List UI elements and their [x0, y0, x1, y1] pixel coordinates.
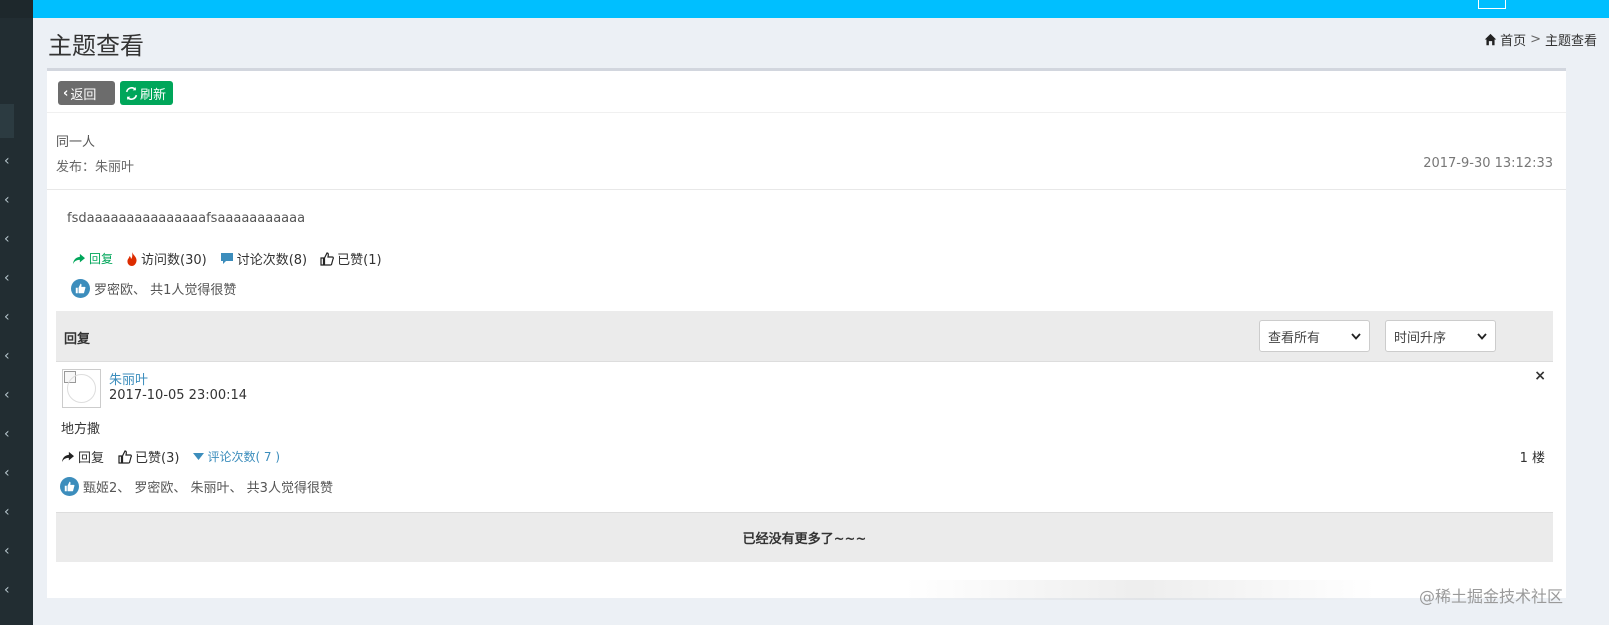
reply-like-label: 已赞(3): [135, 451, 180, 466]
breadcrumb-separator: >: [1530, 32, 1541, 47]
chevron-left-icon[interactable]: ‹: [4, 505, 16, 519]
chevron-left-icon: ‹: [63, 85, 69, 101]
post-views-label: 访问数(30): [141, 253, 207, 268]
reply-delete-button[interactable]: ×: [1534, 368, 1546, 384]
post-actions: 回复 访问数(30) 讨论次数(8) 已赞(1): [72, 249, 395, 268]
content-header: 主题查看 首页 > 主题查看: [33, 18, 1609, 68]
chevron-down-icon: [1477, 332, 1487, 340]
like-badge-icon: [71, 279, 90, 298]
topic-box: ‹ 返回 刷新 同一人 发布： 朱丽叶 2017-9-30 13:12:33 f…: [47, 68, 1566, 598]
view-filter-value: 查看所有: [1268, 330, 1321, 346]
reply-like-button[interactable]: 已赞(3): [118, 447, 179, 466]
breadcrumb-home-link[interactable]: 首页: [1500, 30, 1526, 49]
fire-icon: [127, 251, 137, 266]
reply-username-link[interactable]: 朱丽叶: [109, 369, 148, 388]
post-like-button[interactable]: 已赞(1): [320, 249, 382, 268]
chevron-left-icon[interactable]: ‹: [4, 232, 16, 246]
chevron-left-icon[interactable]: ‹: [4, 583, 16, 597]
refresh-button-label: 刷新: [140, 87, 167, 103]
chevron-left-icon[interactable]: ‹: [4, 349, 16, 363]
avatar: [62, 369, 101, 408]
post-header: 同一人 发布： 朱丽叶 2017-9-30 13:12:33: [47, 113, 1566, 190]
post-reply-label: 回复: [89, 252, 114, 266]
post-likers: 罗密欧、 共1人觉得很赞: [71, 279, 236, 298]
post-discussions: 讨论次数(8): [220, 249, 307, 268]
refresh-icon: [125, 86, 138, 100]
reply-reply-button[interactable]: 回复: [61, 447, 104, 466]
url-watermark-ghost: [905, 580, 1375, 600]
reply-reply-label: 回复: [78, 451, 105, 466]
replies-title: 回复: [64, 332, 91, 347]
comment-icon: [220, 253, 233, 264]
navbar-user-box[interactable]: [1478, 0, 1506, 9]
page-title: 主题查看: [48, 32, 144, 60]
replies-header: 回复 查看所有 时间升序: [56, 311, 1553, 362]
like-badge-icon: [60, 477, 79, 496]
chevron-left-icon[interactable]: ‹: [4, 544, 16, 558]
post-author-name: 朱丽叶: [95, 160, 135, 175]
back-button-label: 返回: [70, 87, 97, 103]
post-discussions-label: 讨论次数(8): [236, 253, 308, 268]
post-time: 2017-9-30 13:12:33: [1423, 156, 1553, 171]
caret-down-icon: [193, 452, 205, 460]
chevron-left-icon[interactable]: ‹: [4, 193, 16, 207]
toolbar: ‹ 返回 刷新: [47, 71, 1566, 113]
sidebar-active-item[interactable]: [0, 104, 14, 138]
breadcrumb-current: 主题查看: [1544, 34, 1597, 49]
post-author: 发布： 朱丽叶: [56, 156, 134, 175]
chevron-left-icon[interactable]: ‹: [4, 271, 16, 285]
view-filter-select[interactable]: 查看所有: [1259, 320, 1370, 352]
reply-actions: 回复 已赞(3) 评论次数( 7 ): [61, 447, 294, 466]
reply-likers-text: 甄姬2、 罗密欧、 朱丽叶、 共3人觉得很赞: [83, 481, 333, 496]
reply-likers: 甄姬2、 罗密欧、 朱丽叶、 共3人觉得很赞: [60, 477, 333, 496]
reply-time: 2017-10-05 23:00:14: [109, 388, 248, 403]
chevron-left-icon[interactable]: ‹: [4, 388, 16, 402]
post-like-label: 已赞(1): [337, 253, 382, 268]
order-filter-select[interactable]: 时间升序: [1385, 320, 1496, 352]
order-filter-value: 时间升序: [1394, 330, 1447, 346]
post-views: 访问数(30): [126, 249, 207, 268]
reply-arrow-icon: [73, 253, 85, 264]
chevron-down-icon: [1351, 332, 1361, 340]
reply-content: 地方撒: [61, 422, 101, 437]
refresh-button[interactable]: 刷新: [120, 81, 173, 105]
top-navbar: [33, 0, 1609, 18]
post-likers-text: 罗密欧、 共1人觉得很赞: [94, 283, 237, 298]
reply-item: 朱丽叶 2017-10-05 23:00:14 × 地方撒 回复 已赞(3) 评…: [56, 362, 1553, 512]
home-icon: [1484, 33, 1497, 46]
post-body: fsdaaaaaaaaaaaaaaafsaaaaaaaaaaa: [67, 211, 306, 226]
chevron-left-icon[interactable]: ‹: [4, 310, 16, 324]
post-reply-button[interactable]: 回复: [72, 250, 113, 267]
back-button[interactable]: ‹ 返回: [58, 81, 115, 105]
no-more-banner: 已经没有更多了~~~: [56, 512, 1553, 562]
floor-number: 1 楼: [1519, 451, 1545, 466]
reply-comments-toggle[interactable]: 评论次数( 7 ): [193, 448, 280, 465]
post-title: 同一人: [56, 135, 96, 150]
thumbs-up-icon: [320, 251, 335, 266]
breadcrumb: 首页 > 主题查看: [1484, 30, 1597, 49]
post-author-prefix: 发布：: [56, 160, 96, 175]
sidebar-logo-area: [0, 0, 33, 18]
thumbs-up-icon: [118, 449, 132, 464]
reply-comments-label: 评论次数( 7 ): [207, 450, 281, 464]
reply-arrow-icon: [62, 451, 74, 462]
watermark: @稀土掘金技术社区: [1418, 587, 1563, 606]
chevron-left-icon[interactable]: ‹: [4, 427, 16, 441]
chevron-left-icon[interactable]: ‹: [4, 154, 16, 168]
sidebar: ‹ ‹ ‹ ‹ ‹ ‹ ‹ ‹ ‹ ‹ ‹ ‹: [0, 0, 33, 625]
chevron-left-icon[interactable]: ‹: [4, 466, 16, 480]
avatar-placeholder: [67, 374, 96, 403]
